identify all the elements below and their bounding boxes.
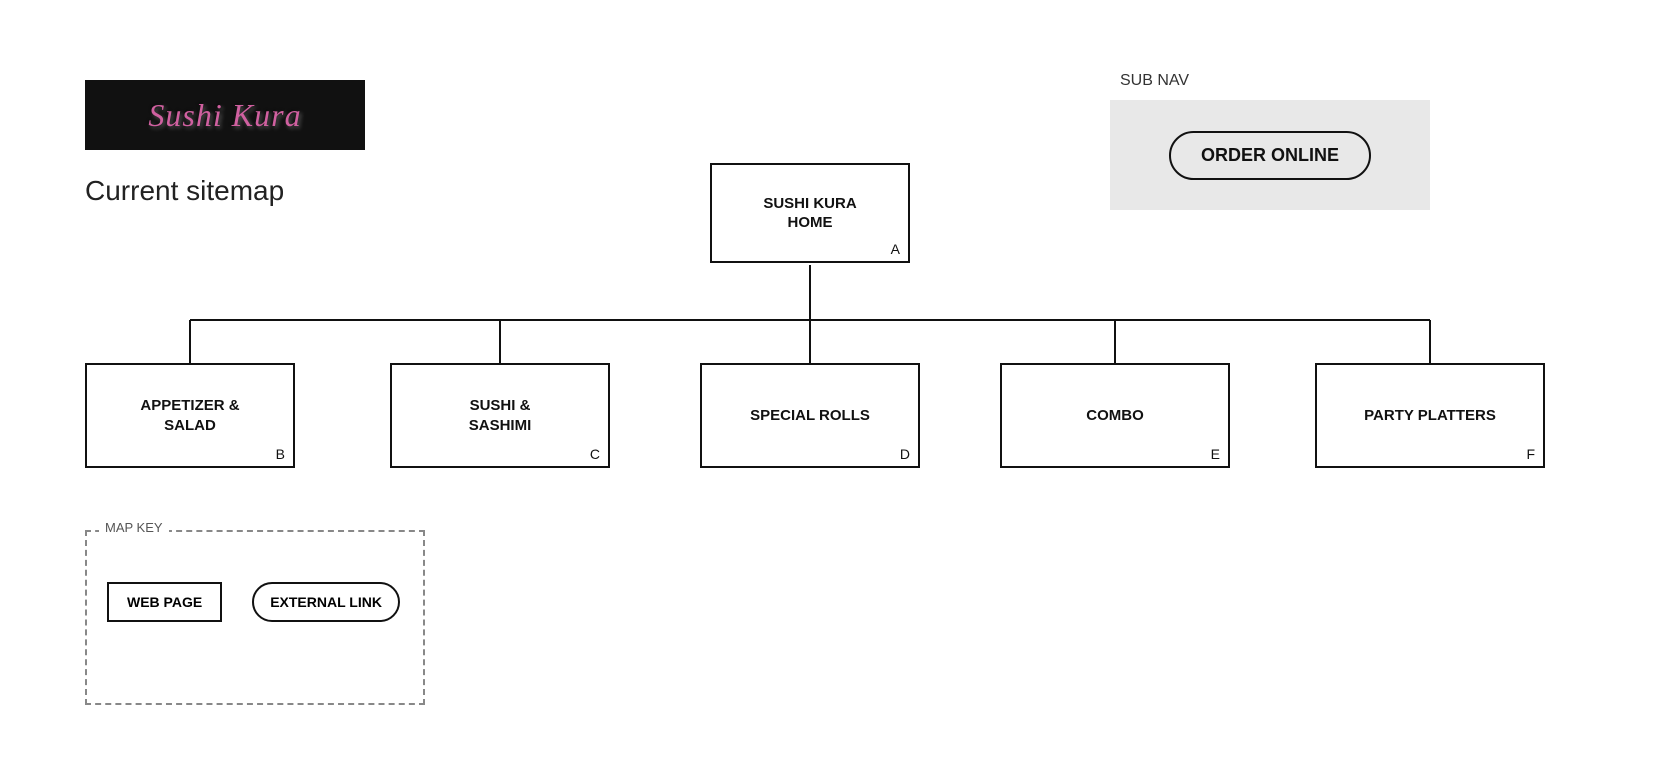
logo-text: Sushi Kura — [148, 97, 301, 134]
sub-nav-label: SUB NAV — [1120, 72, 1189, 90]
key-webpage: WEB PAGE — [107, 582, 222, 622]
node-special-rolls-id: D — [900, 446, 910, 462]
sub-nav-box: ORDER ONLINE — [1110, 100, 1430, 210]
map-key-label: MAP KEY — [99, 520, 169, 535]
node-appetizer-id: B — [276, 446, 285, 462]
node-combo: COMBO E — [1000, 363, 1230, 468]
node-special-rolls-label: SPECIAL ROLLS — [750, 406, 870, 426]
node-sushi-id: C — [590, 446, 600, 462]
node-special-rolls: SPECIAL ROLLS D — [700, 363, 920, 468]
node-combo-id: E — [1211, 446, 1220, 462]
node-party-platters: PARTY PLATTERS F — [1315, 363, 1545, 468]
node-party-platters-label: PARTY PLATTERS — [1364, 406, 1496, 426]
node-home: SUSHI KURAHOME A — [710, 163, 910, 263]
node-sushi-label: SUSHI &SASHIMI — [469, 396, 532, 435]
order-online-button[interactable]: ORDER ONLINE — [1169, 131, 1371, 180]
node-home-label: SUSHI KURAHOME — [763, 194, 856, 233]
node-home-id: A — [891, 241, 900, 257]
logo: Sushi Kura — [85, 80, 365, 150]
node-party-platters-id: F — [1526, 446, 1535, 462]
node-appetizer-label: APPETIZER &SALAD — [140, 396, 239, 435]
key-external-link: EXTERNAL LINK — [252, 582, 400, 622]
map-key: MAP KEY WEB PAGE EXTERNAL LINK — [85, 530, 425, 705]
node-combo-label: COMBO — [1086, 406, 1144, 426]
node-sushi: SUSHI &SASHIMI C — [390, 363, 610, 468]
node-appetizer: APPETIZER &SALAD B — [85, 363, 295, 468]
sitemap-title: Current sitemap — [85, 175, 284, 207]
map-key-items: WEB PAGE EXTERNAL LINK — [107, 582, 403, 622]
